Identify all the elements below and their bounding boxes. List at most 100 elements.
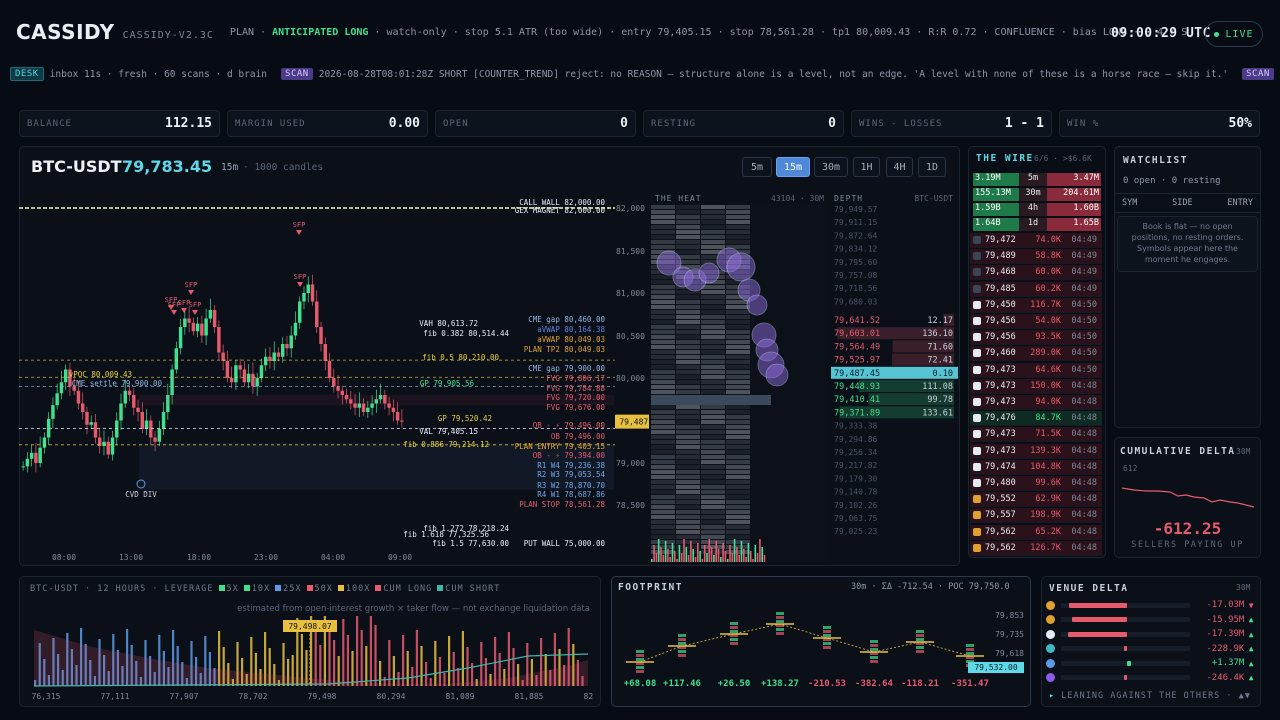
candle-body bbox=[263, 356, 268, 366]
tf-button-1h[interactable]: 1H bbox=[853, 157, 880, 177]
candle-body bbox=[319, 327, 323, 344]
level-label: VAH 80,613.72 bbox=[419, 319, 478, 328]
heat-cell bbox=[726, 480, 750, 484]
venue-icon bbox=[1046, 629, 1055, 639]
heat-cell bbox=[676, 435, 700, 439]
trade-time: 04:48 bbox=[1071, 413, 1097, 424]
wire-trade-row: 79,562 65.2K 04:48 bbox=[970, 524, 1102, 540]
heat-cell bbox=[676, 245, 700, 249]
legend-item[interactable]: 5X bbox=[218, 584, 239, 594]
venue-bar-fill bbox=[1126, 660, 1131, 666]
cvd-label: CVD DIV bbox=[125, 490, 157, 499]
time-tick: 23:00 bbox=[254, 553, 278, 562]
venue-trend-icon: ▲ bbox=[1248, 673, 1254, 682]
candle-body bbox=[51, 405, 55, 419]
venue-trend-icon: ▲ bbox=[1248, 644, 1254, 653]
heat-cell bbox=[676, 505, 700, 509]
legend-item[interactable]: 50X bbox=[306, 584, 333, 594]
heat-cell bbox=[676, 525, 700, 529]
liq-bar bbox=[392, 656, 395, 686]
heat-cell bbox=[701, 360, 725, 364]
candle-body bbox=[340, 390, 345, 395]
price-chart[interactable]: CALL WALL 82,000.00GEX MAGNET 82,000.00V… bbox=[19, 185, 960, 566]
heat-volume-bar bbox=[731, 553, 734, 562]
heat-cell bbox=[651, 455, 675, 459]
tf-button-15m[interactable]: 15m bbox=[776, 157, 810, 177]
heat-cell bbox=[701, 455, 725, 459]
heat-cell bbox=[651, 205, 675, 209]
stat-wins-losses: WINS - LOSSES 1 - 1 bbox=[851, 110, 1052, 137]
heat-cell bbox=[651, 320, 675, 324]
venue-icon bbox=[973, 495, 981, 504]
footprint-cell bbox=[730, 626, 738, 629]
legend-item[interactable]: 10X bbox=[243, 584, 270, 594]
candle-body bbox=[161, 412, 166, 429]
heat-volume-bar bbox=[674, 551, 676, 562]
trade-size: 62.9K bbox=[1035, 494, 1061, 505]
live-button[interactable]: LIVE bbox=[1205, 21, 1263, 47]
tf-button-1d[interactable]: 1D bbox=[918, 157, 946, 177]
scan-tag-2: SCAN bbox=[1242, 68, 1274, 80]
level-label: FVG 79,676.00 bbox=[546, 403, 605, 412]
candle-body bbox=[310, 284, 315, 302]
venue-icon bbox=[973, 430, 981, 439]
plan-status: ANTICIPATED LONG bbox=[272, 26, 369, 38]
heat-cell bbox=[726, 420, 750, 424]
heat-cell bbox=[701, 450, 725, 454]
heat-cell bbox=[651, 525, 675, 529]
heat-bubble bbox=[746, 294, 768, 316]
tf-button-30m[interactable]: 30m bbox=[814, 157, 848, 177]
level-label: fib 0.886 79,214.12 bbox=[403, 440, 489, 449]
venue-delta-value: -246.4K bbox=[1206, 672, 1245, 683]
legend-item[interactable]: 100X bbox=[337, 584, 370, 594]
liq-bar bbox=[420, 646, 423, 686]
heat-cell bbox=[701, 410, 725, 414]
tf-button-4h[interactable]: 4H bbox=[886, 157, 913, 177]
liq-bar bbox=[351, 651, 354, 686]
trade-price: 79,472 bbox=[985, 235, 1016, 245]
heat-cell bbox=[651, 220, 675, 224]
level-label: GP 79,905.56 bbox=[420, 379, 475, 388]
footprint-cell bbox=[636, 666, 644, 669]
wire-agg-row: 3.19M 5m 3.47M bbox=[973, 173, 1101, 186]
legend-item[interactable]: CUM SHORT bbox=[437, 584, 500, 594]
legend-item[interactable]: 25X bbox=[275, 584, 301, 594]
legend-swatch-icon bbox=[375, 585, 382, 591]
footprint-cell bbox=[678, 638, 686, 641]
heat-cell bbox=[701, 365, 725, 369]
heat-cell bbox=[701, 505, 725, 509]
liq-bar bbox=[360, 630, 363, 686]
heat-cell bbox=[676, 300, 700, 304]
trade-size: 71.5K bbox=[1035, 429, 1061, 440]
liq-x-tick: 77,111 bbox=[101, 692, 130, 701]
venue-icon bbox=[973, 236, 981, 244]
heat-cell bbox=[726, 495, 750, 499]
footprint-y-tick: 79,853 bbox=[995, 611, 1024, 620]
heat-cell bbox=[726, 330, 750, 334]
heat-cell bbox=[676, 520, 700, 524]
candle-body bbox=[217, 327, 221, 353]
heat-cell bbox=[726, 340, 750, 344]
heat-cell bbox=[701, 300, 725, 304]
tf-button-5m[interactable]: 5m bbox=[742, 157, 772, 177]
cumdelta-line bbox=[1121, 487, 1255, 508]
candle-body bbox=[208, 310, 213, 319]
liq-bar bbox=[480, 642, 483, 686]
stat-balance: BALANCE 112.15 bbox=[19, 110, 220, 137]
footprint-delta: -210.53 bbox=[808, 679, 846, 689]
heat-cell bbox=[676, 345, 700, 349]
heat-volume-bar bbox=[720, 557, 722, 562]
heat-cell bbox=[726, 240, 750, 244]
depth-bid-empty: 79,140.78 bbox=[834, 488, 878, 497]
liq-bar bbox=[342, 619, 345, 686]
legend-label: 25X bbox=[283, 584, 302, 594]
heat-cell bbox=[726, 345, 750, 349]
heat-volume-bar bbox=[701, 559, 704, 562]
depth-mid-size: 0.10 bbox=[933, 369, 953, 379]
candle-body bbox=[191, 322, 196, 332]
legend-item[interactable]: CUM LONG bbox=[375, 584, 432, 594]
heat-cell bbox=[651, 280, 675, 284]
wire-trade-row: 79,552 62.9K 04:48 bbox=[970, 492, 1102, 508]
footprint-cell bbox=[776, 616, 784, 619]
heat-volume-bar bbox=[740, 541, 743, 562]
